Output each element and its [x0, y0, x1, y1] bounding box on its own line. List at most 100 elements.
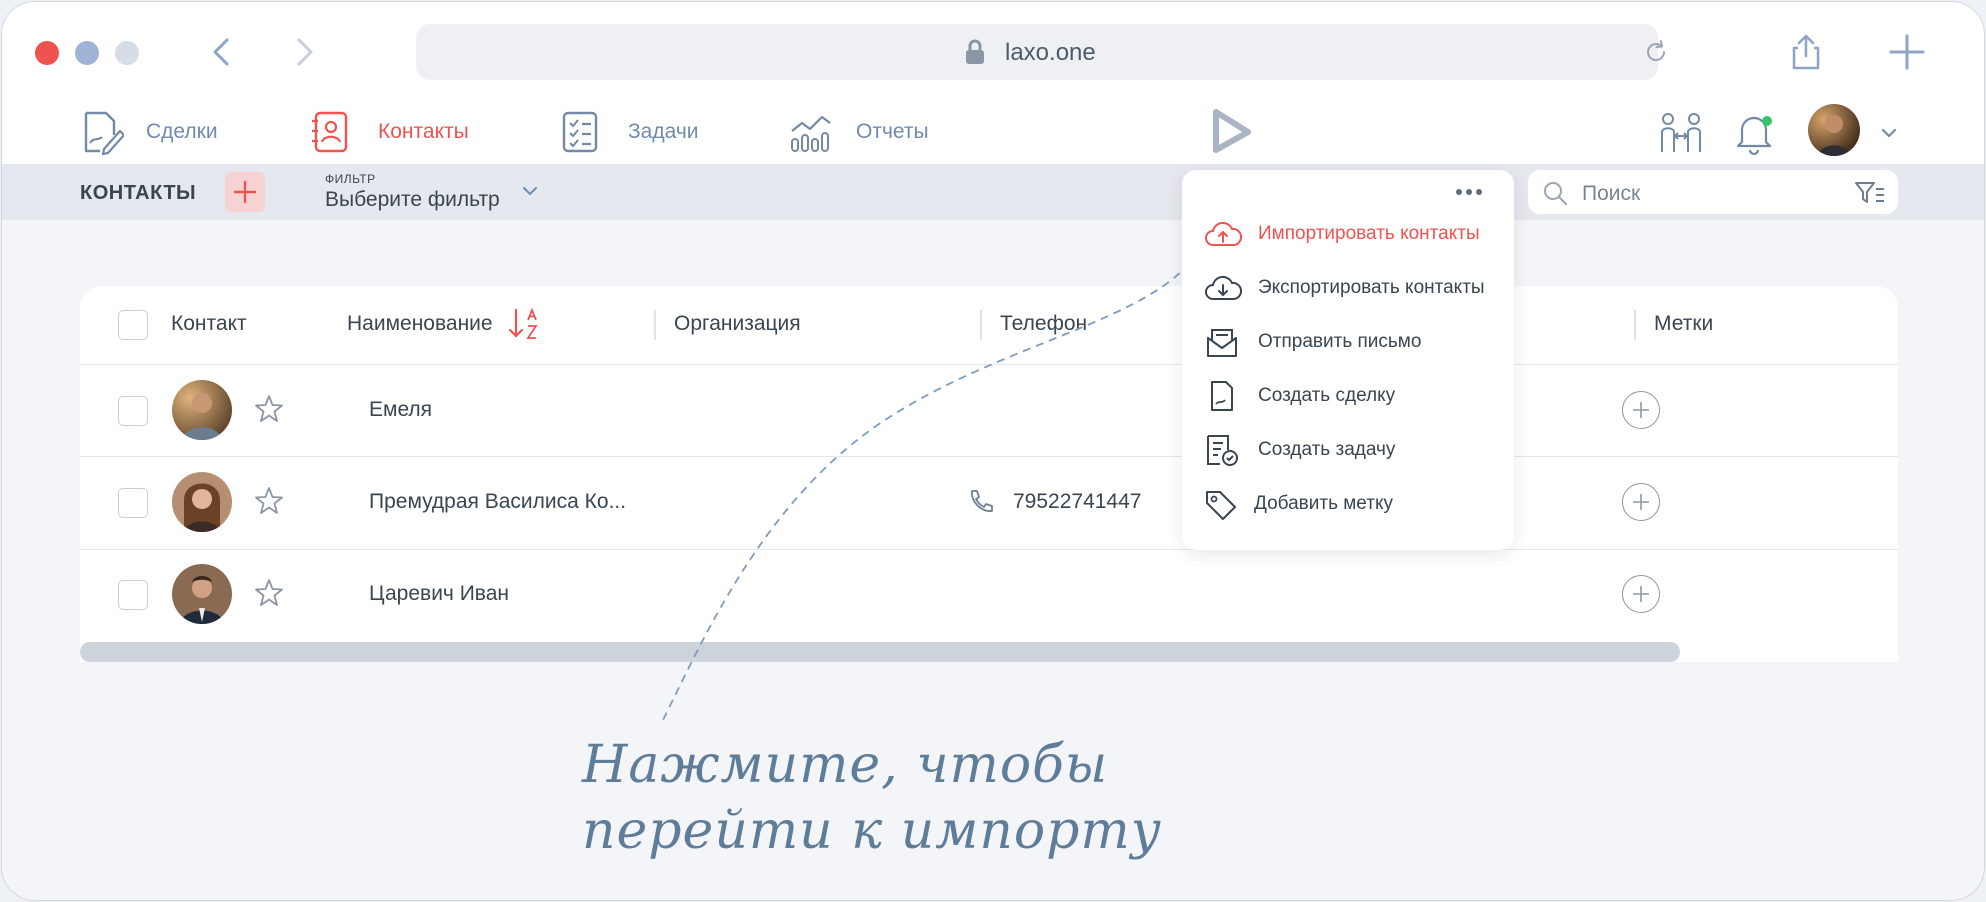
- column-separator[interactable]: [980, 310, 982, 340]
- menu-item-create-task[interactable]: Создать задачу: [1204, 430, 1395, 470]
- menu-item-import-contacts[interactable]: Импортировать контакты: [1204, 214, 1480, 254]
- add-contact-button[interactable]: [225, 172, 265, 212]
- contact-name[interactable]: Премудрая Василиса Ко...: [369, 490, 626, 514]
- app-frame: laxo.one Сделки Контакты Задачи Отчеты К…: [1, 1, 1985, 901]
- contact-phone[interactable]: 79522741447: [1013, 490, 1141, 514]
- close-window-button[interactable]: [35, 41, 59, 65]
- column-header-organization[interactable]: Организация: [674, 312, 801, 336]
- more-dots-icon[interactable]: [1452, 182, 1486, 202]
- chevron-down-icon: [523, 187, 537, 196]
- reload-icon[interactable]: [1642, 38, 1670, 66]
- tag-icon: [1206, 491, 1236, 520]
- contact-card-icon: [312, 111, 348, 153]
- chevron-right-icon: [297, 38, 313, 66]
- plus-icon: [233, 180, 257, 204]
- url-text: laxo.one: [1005, 39, 1096, 66]
- search-placeholder: Поиск: [1582, 182, 1641, 205]
- user-avatar-image: [1808, 104, 1860, 156]
- bell-icon[interactable]: [1732, 110, 1778, 156]
- add-tag-button[interactable]: [1622, 391, 1660, 429]
- menu-item-label: Создать сделку: [1258, 385, 1396, 406]
- row-divider: [80, 456, 1898, 457]
- contact-name[interactable]: Емеля: [369, 398, 432, 422]
- column-header-contact: Контакт: [171, 312, 247, 335]
- hint-line: перейти к импорту: [582, 801, 1162, 861]
- nav-item-tasks[interactable]: Задачи: [560, 109, 699, 155]
- favorite-star-icon[interactable]: [252, 576, 286, 610]
- menu-item-create-deal[interactable]: Создать сделку: [1204, 376, 1395, 416]
- nav-item-deals[interactable]: Сделки: [78, 109, 218, 155]
- row-divider: [80, 549, 1898, 550]
- nav-item-reports[interactable]: Отчеты: [788, 109, 929, 155]
- menu-item-add-tag[interactable]: Добавить метку: [1204, 484, 1393, 524]
- laxo-logo-icon[interactable]: [1206, 106, 1256, 160]
- avatar-image: [172, 564, 232, 624]
- chevron-left-icon: [213, 38, 229, 66]
- menu-item-label: Экспортировать контакты: [1258, 277, 1485, 298]
- menu-item-export-contacts[interactable]: Экспортировать контакты: [1204, 268, 1485, 308]
- column-header-tags[interactable]: Метки: [1654, 312, 1713, 336]
- plus-icon: [1633, 402, 1649, 418]
- address-bar[interactable]: laxo.one: [416, 24, 1666, 80]
- favorite-star-icon[interactable]: [252, 484, 286, 518]
- horizontal-scrollbar[interactable]: [80, 642, 1680, 662]
- task-list-icon: [562, 111, 598, 153]
- team-icon[interactable]: [1658, 110, 1704, 156]
- actions-dropdown-menu: Импортировать контакты Экспортировать ко…: [1182, 170, 1514, 550]
- column-separator[interactable]: [654, 310, 656, 340]
- menu-item-send-letter[interactable]: Отправить письмо: [1204, 322, 1421, 362]
- row-checkbox[interactable]: [118, 488, 148, 518]
- menu-item-label: Отправить письмо: [1258, 331, 1422, 352]
- row-divider: [80, 364, 1898, 365]
- nav-item-contacts-label: Контакты: [378, 120, 469, 143]
- filter-value: Выберите фильтр: [325, 188, 500, 211]
- phone-icon: [971, 490, 993, 512]
- search-icon: [1544, 182, 1567, 205]
- select-all-checkbox[interactable]: [118, 310, 148, 340]
- report-chart-icon: [791, 115, 831, 152]
- document-icon: [1211, 381, 1233, 411]
- toolbar: КОНТАКТЫ ФИЛЬТР Выберите фильтр Поиск: [2, 164, 1984, 220]
- filter-caption: ФИЛЬТР: [325, 172, 376, 186]
- hint-text: Нажмите, чтобы перейти к импорту: [582, 732, 1162, 864]
- new-tab-icon[interactable]: [1887, 32, 1927, 72]
- menu-item-label: Создать задачу: [1258, 439, 1396, 460]
- cloud-download-icon: [1205, 275, 1242, 300]
- add-tag-button[interactable]: [1622, 483, 1660, 521]
- column-header-name[interactable]: Наименование: [347, 312, 493, 336]
- filter-select[interactable]: ФИЛЬТР Выберите фильтр: [325, 172, 537, 212]
- sort-az-icon[interactable]: [508, 306, 542, 342]
- nav-item-reports-label: Отчеты: [856, 120, 929, 143]
- row-checkbox[interactable]: [118, 396, 148, 426]
- row-checkbox[interactable]: [118, 580, 148, 610]
- column-separator[interactable]: [1634, 310, 1636, 340]
- avatar: [172, 564, 232, 624]
- search-input[interactable]: Поиск: [1528, 170, 1898, 214]
- page-title: КОНТАКТЫ: [80, 182, 197, 204]
- task-check-icon: [1207, 435, 1238, 466]
- app-navigation: Сделки Контакты Задачи Отчеты: [2, 102, 1984, 164]
- column-header-phone[interactable]: Телефон: [1000, 312, 1087, 336]
- deal-pen-icon: [84, 111, 124, 155]
- mail-tray-icon: [1207, 329, 1237, 357]
- forward-button[interactable]: [284, 32, 324, 72]
- avatar-image: [172, 472, 232, 532]
- filter-settings-icon[interactable]: [1854, 180, 1886, 206]
- add-tag-button[interactable]: [1622, 575, 1660, 613]
- chevron-down-icon[interactable]: [1878, 122, 1900, 144]
- lock-icon: [966, 39, 984, 64]
- maximize-window-button[interactable]: [115, 41, 139, 65]
- contact-name[interactable]: Царевич Иван: [369, 582, 509, 606]
- menu-item-label: Добавить метку: [1254, 493, 1393, 514]
- nav-item-contacts[interactable]: Контакты: [310, 109, 469, 155]
- favorite-star-icon[interactable]: [252, 392, 286, 426]
- avatar: [172, 472, 232, 532]
- minimize-window-button[interactable]: [75, 41, 99, 65]
- browser-chrome: laxo.one: [2, 2, 1984, 102]
- share-icon[interactable]: [1786, 32, 1826, 72]
- nav-item-deals-label: Сделки: [146, 120, 218, 143]
- back-button[interactable]: [202, 32, 242, 72]
- avatar: [172, 380, 232, 440]
- plus-icon: [1633, 586, 1649, 602]
- user-avatar[interactable]: [1808, 104, 1860, 156]
